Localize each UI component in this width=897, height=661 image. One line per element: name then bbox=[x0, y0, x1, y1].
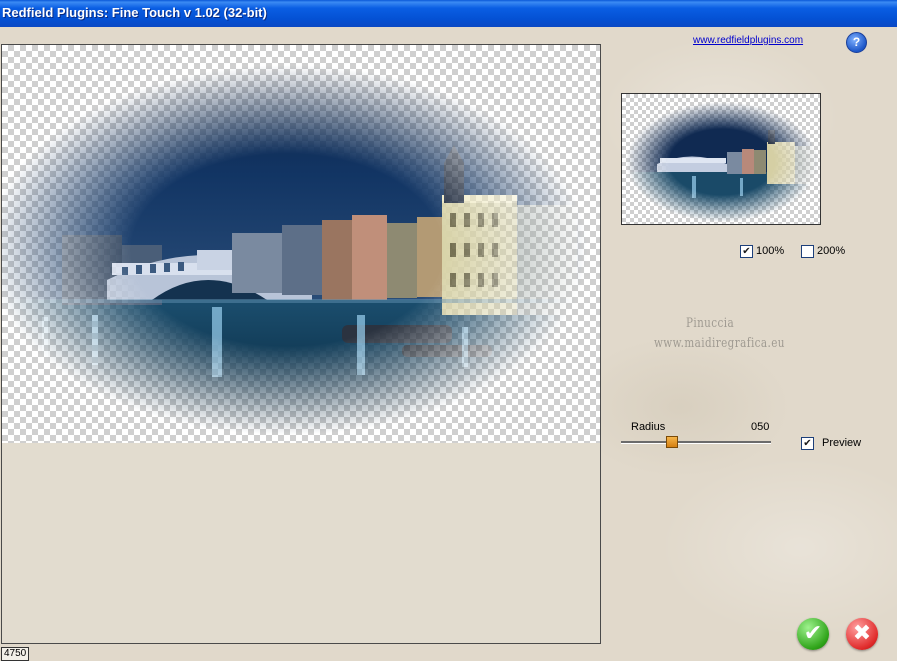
cancel-button[interactable]: ✖ bbox=[846, 618, 878, 650]
close-icon: ✖ bbox=[852, 621, 872, 646]
status-value: 4750 bbox=[1, 647, 30, 661]
ok-button[interactable]: ✔ bbox=[797, 618, 829, 650]
radius-slider-track[interactable] bbox=[621, 441, 771, 444]
zoom-200-checkbox[interactable] bbox=[801, 245, 814, 258]
radius-slider-handle[interactable] bbox=[666, 436, 678, 448]
main-preview-panel[interactable] bbox=[1, 44, 601, 644]
watermark-line-1: Pinuccia bbox=[685, 316, 735, 331]
zoom-200-label: 200% bbox=[817, 245, 846, 257]
redfield-website-link[interactable]: www.redfieldplugins.com bbox=[693, 35, 803, 46]
preview-image bbox=[2, 45, 600, 443]
preview-label: Preview bbox=[822, 437, 862, 449]
navigator-thumbnail[interactable] bbox=[621, 93, 821, 225]
watermark-text: Pinuccia www.maidiregrafica.eu bbox=[654, 314, 785, 354]
window-title: Redfield Plugins: Fine Touch v 1.02 (32-… bbox=[2, 5, 267, 20]
preview-checkbox[interactable]: ✔ bbox=[801, 437, 814, 450]
radius-label: Radius bbox=[631, 421, 666, 433]
zoom-100-checkbox[interactable]: ✔ bbox=[740, 245, 753, 258]
radius-value: 050 bbox=[751, 421, 770, 433]
zoom-100-label: 100% bbox=[756, 245, 785, 257]
checkmark-icon: ✔ bbox=[803, 621, 823, 646]
watermark-line-2: www.maidiregrafica.eu bbox=[654, 336, 785, 351]
thumbnail-image bbox=[622, 94, 820, 224]
title-bar[interactable]: Redfield Plugins: Fine Touch v 1.02 (32-… bbox=[0, 0, 897, 27]
help-icon[interactable]: ? bbox=[846, 32, 867, 53]
